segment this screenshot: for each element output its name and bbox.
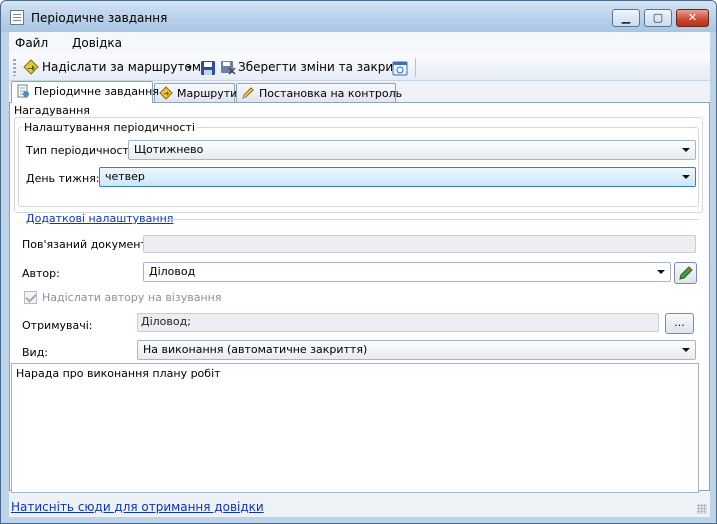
- save-close-label: Зберегти зміни та закрити: [238, 60, 408, 74]
- window-title: Періодичне завдання: [31, 11, 168, 25]
- chevron-down-icon: [682, 175, 690, 179]
- tab-routes[interactable]: Маршрути: [154, 83, 238, 102]
- weekday-select[interactable]: четвер: [99, 167, 696, 187]
- tab-periodic-task-label: Періодичне завдання: [34, 85, 159, 98]
- send-route-label: Надіслати за маршрутом: [42, 60, 201, 74]
- edit-author-button[interactable]: [674, 262, 697, 284]
- status-bar: Натисніть сюди для отримання довідки: [9, 495, 710, 517]
- recipients-browse-button[interactable]: ...: [665, 313, 694, 334]
- weekday-value: четвер: [105, 170, 145, 183]
- close-button[interactable]: ✕: [676, 9, 709, 27]
- additional-settings-link[interactable]: Додаткові налаштування: [26, 212, 173, 225]
- kind-label: Вид:: [22, 346, 49, 359]
- description-textarea[interactable]: Нарада про виконання плану робіт: [11, 363, 699, 493]
- pencil-icon: [679, 266, 693, 280]
- save-icon[interactable]: [200, 60, 216, 76]
- document-icon: [10, 10, 24, 25]
- chevron-down-icon: [657, 270, 665, 274]
- tab-routes-label: Маршрути: [177, 87, 238, 100]
- author-value: Діловод: [149, 265, 196, 278]
- toolbar-separator: [415, 58, 416, 77]
- app-window: Періодичне завдання ▁ ▢ ✕ Файл Довідка Н…: [0, 0, 717, 524]
- menu-bar: Файл Довідка: [9, 32, 710, 54]
- minimize-button[interactable]: ▁: [612, 9, 640, 27]
- recipients-field[interactable]: Діловод;: [137, 313, 659, 332]
- tab-control-label: Постановка на контроль: [259, 87, 403, 100]
- send-to-author-checkbox[interactable]: [24, 291, 37, 304]
- toolbar-grip[interactable]: [13, 59, 16, 76]
- periodicity-type-label: Тип періодичності:: [26, 144, 136, 157]
- linked-document-label: Пов'язаний документ:: [22, 238, 151, 251]
- route-send-icon: [23, 59, 39, 75]
- resize-grip-icon[interactable]: [697, 504, 707, 514]
- send-to-author-label: Надіслати автору на візування: [42, 291, 222, 304]
- periodicity-title: Налаштування періодичності: [22, 121, 197, 134]
- title-bar[interactable]: Періодичне завдання ▁ ▢ ✕: [1, 1, 716, 32]
- author-select[interactable]: Діловод: [143, 262, 671, 282]
- menu-help[interactable]: Довідка: [72, 36, 122, 50]
- author-label: Автор:: [22, 267, 60, 280]
- toolbar: Надіслати за маршрутом Зберегти зміни та…: [9, 54, 710, 81]
- tab-periodic-task[interactable]: Періодичне завдання: [11, 81, 159, 103]
- kind-select[interactable]: На виконання (автоматичне закриття): [137, 340, 696, 360]
- calendar-icon[interactable]: [392, 60, 408, 76]
- menu-file[interactable]: Файл: [15, 36, 48, 50]
- linked-document-field[interactable]: [143, 235, 696, 253]
- additional-settings-divider: [167, 219, 699, 220]
- recipients-label: Отримувачі:: [22, 319, 93, 332]
- kind-value: На виконання (автоматичне закриття): [143, 343, 368, 356]
- chevron-down-icon: [682, 148, 690, 152]
- dropdown-arrow-icon[interactable]: [186, 66, 192, 69]
- periodic-task-icon: [17, 84, 29, 98]
- chevron-down-icon: [682, 348, 690, 352]
- periodicity-type-value: Щотижнево: [134, 143, 204, 156]
- client-area: Файл Довідка Надіслати за маршрутом Збер…: [9, 32, 710, 517]
- control-pencil-icon: [242, 87, 254, 99]
- periodicity-type-select[interactable]: Щотижнево: [128, 140, 696, 160]
- tab-strip: Періодичне завдання Маршрути Постановка …: [9, 81, 710, 103]
- reminder-group-title: Нагадування: [14, 104, 90, 117]
- route-icon: [159, 86, 173, 100]
- send-route-button[interactable]: Надіслати за маршрутом: [22, 57, 201, 78]
- save-close-icon: [221, 61, 236, 75]
- save-close-button[interactable]: Зберегти зміни та закрити: [220, 57, 408, 78]
- maximize-button[interactable]: ▢: [644, 9, 672, 27]
- tab-control[interactable]: Постановка на контроль: [236, 83, 402, 102]
- help-link[interactable]: Натисніть сюди для отримання довідки: [11, 500, 264, 514]
- weekday-label: День тижня:: [26, 172, 100, 185]
